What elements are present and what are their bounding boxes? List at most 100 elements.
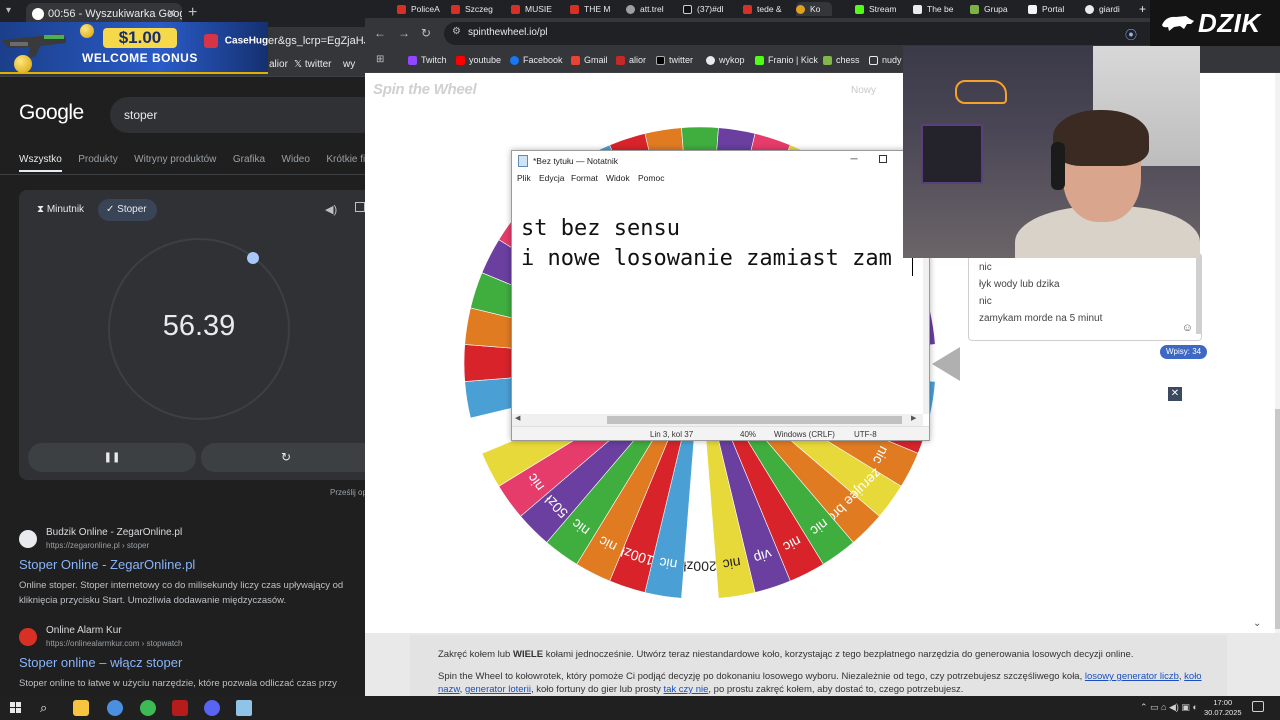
close-ad-button[interactable]: ✕ [1168,387,1182,401]
list-item[interactable]: nic [979,296,992,307]
bookmark-kick[interactable]: Franio | Kick [755,55,818,65]
new-tab-button[interactable]: + [1139,2,1146,16]
bookmark-twitter[interactable]: twitter [656,55,693,65]
chrome-icon[interactable] [140,700,156,716]
tab-all[interactable]: Wszystko [19,154,62,172]
bookmark-folder-nudy[interactable]: nudy [869,55,902,65]
stream-logo: DZIK [1150,0,1280,46]
entries-list[interactable]: nic łyk wody lub dzika nic zamykam morde… [968,253,1202,341]
list-item[interactable]: zamykam morde na 5 minut [979,313,1102,324]
tab[interactable]: att.trel [626,2,670,16]
maximize-button[interactable] [879,155,887,163]
minimize-button[interactable]: ─ [846,153,862,169]
horizontal-scrollbar[interactable]: ◀ ▶ [512,414,923,426]
new-tab-button[interactable]: + [188,3,197,23]
notepad-icon [518,155,528,167]
bookmark-chess[interactable]: chess [823,55,860,65]
windows-start-icon[interactable] [10,702,22,714]
tab[interactable]: THE M [570,2,610,16]
pause-button[interactable]: ❚❚ [28,443,196,472]
tab[interactable]: Portal [1028,2,1072,16]
bookmark-wykop[interactable]: wykop [706,55,745,65]
chevron-down-icon[interactable]: ⌄ [1253,618,1261,629]
sound-icon[interactable]: ◀) [325,203,337,216]
tab[interactable]: giardi [1085,2,1129,16]
google-logo[interactable]: Google [19,101,84,125]
search-icon[interactable]: ⌕ [40,700,47,716]
stopwatch-tab[interactable]: ✓ Stoper [98,199,157,221]
notepad-taskbar-icon[interactable] [236,700,252,716]
bookmark-twitch[interactable]: Twitch [408,55,447,65]
bookmark-wykop[interactable]: wy [343,59,355,70]
casino-bonus-banner[interactable]: $1.00 WELCOME BONUS CaseHug [0,22,268,74]
bookmark-alior[interactable]: alior [269,59,288,70]
text-editor[interactable]: st bez sensu i nowe losowanie zamiast za… [512,186,923,414]
scroll-left-icon[interactable]: ◀ [515,414,520,422]
file-explorer-icon[interactable] [73,700,89,716]
menu-file[interactable]: Plik [517,173,531,183]
extension-icon[interactable]: ⦿ [1125,26,1137,43]
tab-short-videos[interactable]: Krótkie filmy [326,154,365,165]
tab[interactable]: The be [913,2,957,16]
notepad-titlebar[interactable]: *Bez tytułu — Notatnik ─ [512,151,929,171]
tab[interactable]: tede & [743,2,787,16]
system-tray[interactable]: ⌃ ▭ ⌂ ◀) ▣ ◐ [1140,702,1198,713]
discord-icon[interactable] [204,700,220,716]
menu-help[interactable]: Pomoc [638,173,664,183]
bookmark-gmail[interactable]: Gmail [571,55,608,65]
menu-view[interactable]: Widok [606,173,630,183]
new-wheel-button[interactable]: Nowy [851,85,876,96]
app-icon[interactable] [172,700,188,716]
search-filter-tabs: Wszystko Produkty Witryny produktów Graf… [19,149,365,172]
entries-scrollbar[interactable] [1196,254,1201,334]
timer-tab[interactable]: ⧗ Minutnik [35,199,84,221]
menu-format[interactable]: Format [571,173,598,183]
tab[interactable]: MUSIE [511,2,555,16]
menu-edit[interactable]: Edycja [539,173,565,183]
tab[interactable]: Szczeg [451,2,495,16]
list-item[interactable]: łyk wody lub dzika [979,279,1060,290]
clock[interactable]: 17:00 30.07.2025 [1204,698,1242,718]
back-icon[interactable]: ← [374,26,386,40]
link-random-number[interactable]: losowy generator liczb [1085,671,1179,682]
tab-videos[interactable]: Wideo [282,154,310,165]
bookmark-alior[interactable]: alior [616,55,646,65]
x-logo-icon: 𝕏 [294,59,303,70]
screen: ▾ 00:56 - Wyszukiwarka Google ✕ + er&gs_… [0,0,1280,720]
link-yes-or-no[interactable]: tak czy nie [664,684,709,695]
forward-icon[interactable]: → [398,26,410,40]
tab[interactable]: PoliceA [397,2,443,16]
tab-spin-the-wheel[interactable]: Ko [796,2,832,16]
result-title-link[interactable]: Stoper Online - ZegarOnline.pl [19,557,195,572]
reset-button[interactable]: ↻ [201,443,365,472]
tab-images[interactable]: Grafika [233,154,265,165]
link-lottery-generator[interactable]: generator loterii [465,684,531,695]
site-logo[interactable]: Spin the Wheel [373,81,477,98]
notifications-icon[interactable] [1252,701,1264,712]
tab-search-chevron-icon[interactable]: ▾ [6,5,11,16]
windows-taskbar: ⌕ ⌃ ▭ ⌂ ◀) ▣ ◐ 17:00 30.07.2025 [0,696,1280,720]
list-item[interactable]: nic [979,262,992,273]
apps-grid-icon[interactable]: ⊞ [376,54,384,65]
bookmark-facebook[interactable]: Facebook [510,55,563,65]
tab[interactable]: (37)#dl [683,2,727,16]
bookmark-twitter[interactable]: 𝕏 twitter [294,59,332,70]
fullscreen-icon[interactable] [355,202,365,212]
casehug-logo-icon [204,34,218,48]
emoji-icon[interactable]: ☺ [1182,322,1193,334]
scroll-right-icon[interactable]: ▶ [911,414,916,422]
scroll-thumb[interactable] [607,416,902,424]
page-scroll-thumb[interactable] [1275,409,1280,629]
tab[interactable]: Grupa [970,2,1014,16]
site-info-icon[interactable]: ⚙ [452,26,461,37]
tab-products[interactable]: Produkty [78,154,117,165]
reload-icon[interactable]: ↻ [421,26,431,40]
url-input[interactable]: ⚙ spinthewheel.io/pl ☆ [444,22,1186,45]
result-title-link[interactable]: Stoper online – włącz stoper [19,655,182,670]
tab-product-sites[interactable]: Witryny produktów [134,154,216,165]
app-icon[interactable] [107,700,123,716]
search-input[interactable]: stoper [110,97,365,133]
feedback-link[interactable]: Prześlij op [330,488,365,497]
tab[interactable]: Stream [855,2,899,16]
bookmark-youtube[interactable]: youtube [456,55,501,65]
